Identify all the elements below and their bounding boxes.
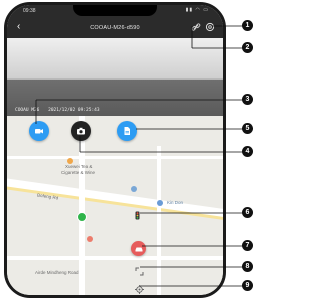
live-video-view[interactable] bbox=[7, 38, 223, 116]
files-button[interactable] bbox=[117, 121, 137, 141]
camera-icon bbox=[77, 127, 85, 135]
phone-frame: 09:38 ▮▮ ◠ ▭ ‹ COOAU-M26-d590 COOAU M26 … bbox=[4, 2, 226, 298]
map-pin bbox=[67, 158, 73, 164]
map-road bbox=[7, 156, 223, 159]
device-title: COOAU-M26-d590 bbox=[90, 25, 140, 31]
map-road bbox=[157, 146, 161, 295]
video-camera-icon bbox=[35, 129, 43, 134]
video-osd: COOAU M26 2021/12/02 09:25:43 bbox=[15, 108, 106, 113]
record-button[interactable] bbox=[29, 121, 49, 141]
locate-icon[interactable] bbox=[135, 285, 144, 294]
map-pin bbox=[131, 186, 137, 192]
map-label-shop: Xuewei Tea & bbox=[65, 164, 93, 169]
map-label-bottom: Airde Mindheng Road bbox=[35, 270, 79, 275]
map-view[interactable]: Xuewei Tea & Cigarette & Wine Bofeng Rd … bbox=[7, 116, 223, 295]
vehicle-button[interactable] bbox=[131, 241, 146, 256]
car-icon bbox=[135, 247, 142, 251]
link-icon[interactable] bbox=[191, 22, 201, 32]
map-label-poi: Kin Don bbox=[167, 200, 184, 205]
status-time: 09:38 bbox=[23, 8, 36, 14]
callout-7: 7 bbox=[242, 240, 253, 251]
back-icon[interactable]: ‹ bbox=[17, 22, 20, 32]
app-screen: 09:38 ▮▮ ◠ ▭ ‹ COOAU-M26-d590 COOAU M26 … bbox=[7, 5, 223, 295]
snapshot-button[interactable] bbox=[71, 121, 91, 141]
phone-notch bbox=[73, 5, 157, 16]
file-icon bbox=[124, 127, 130, 135]
map-label-shop2: Cigarette & Wine bbox=[61, 170, 96, 175]
map-pin bbox=[157, 200, 163, 206]
osd-datetime: 2021/12/02 09:25:43 bbox=[48, 108, 100, 113]
callout-5: 5 bbox=[242, 123, 253, 134]
location-marker bbox=[77, 212, 87, 222]
callout-2: 2 bbox=[242, 42, 253, 53]
osd-device: COOAU M26 bbox=[15, 108, 40, 113]
callout-6: 6 bbox=[242, 207, 253, 218]
status-icons: ▮▮ ◠ ▭ bbox=[185, 7, 209, 13]
map-pin bbox=[87, 236, 93, 242]
callout-8: 8 bbox=[242, 261, 253, 272]
video-sky bbox=[7, 38, 223, 78]
callout-4: 4 bbox=[242, 146, 253, 157]
gear-icon[interactable] bbox=[205, 22, 215, 32]
callout-9: 9 bbox=[242, 280, 253, 291]
callout-3: 3 bbox=[242, 94, 253, 105]
map-road bbox=[79, 116, 85, 295]
expand-icon[interactable] bbox=[135, 267, 144, 276]
callout-1: 1 bbox=[242, 20, 253, 31]
map-road bbox=[7, 256, 223, 260]
traffic-light-icon[interactable] bbox=[133, 211, 142, 220]
